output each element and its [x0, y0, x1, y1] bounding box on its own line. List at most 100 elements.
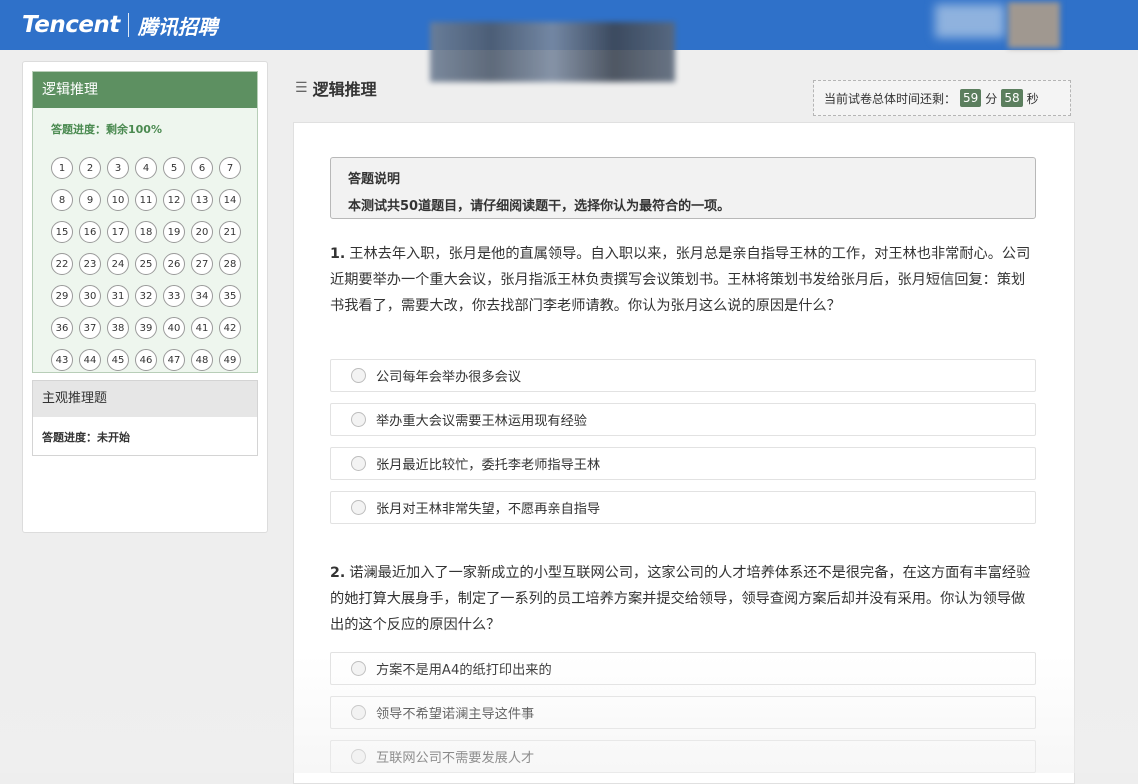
section-progress: 答题进度：剩余100% [51, 123, 162, 136]
option-label: 方案不是用A4的纸打印出来的 [376, 663, 552, 678]
question-number-button[interactable]: 35 [219, 285, 241, 307]
question-number-button[interactable]: 20 [191, 221, 213, 243]
question-number-button[interactable]: 2 [79, 157, 101, 179]
question-number-button[interactable]: 28 [219, 253, 241, 275]
question-number-button[interactable]: 31 [107, 285, 129, 307]
question-number-grid: 1 2 3 4 5 6 7 8 9 10 11 12 13 14 15 16 17 18 19 20 21 22 23 24 2… [51, 157, 247, 371]
timer-minute-unit: 分 [985, 91, 998, 106]
question-number-button[interactable]: 19 [163, 221, 185, 243]
radio-button[interactable] [351, 661, 366, 676]
section-title[interactable]: 主观推理题 [33, 381, 257, 417]
question-number-button[interactable]: 9 [79, 189, 101, 211]
question-number-button[interactable]: 25 [135, 253, 157, 275]
brand-divider [127, 13, 129, 37]
question-number-button[interactable]: 33 [163, 285, 185, 307]
question-number-button[interactable]: 4 [135, 157, 157, 179]
answer-option[interactable]: 领导不希望诺澜主导这件事 [330, 696, 1036, 729]
radio-button[interactable] [351, 500, 366, 515]
brand-name: Tencent [22, 12, 120, 38]
answer-option[interactable]: 张月最近比较忙，委托李老师指导王林 [330, 447, 1036, 480]
question-number-button[interactable]: 47 [163, 349, 185, 371]
question-number-button[interactable]: 22 [51, 253, 73, 275]
brand-logo[interactable]: Tencent 腾讯招聘 [22, 9, 218, 41]
question-number-button[interactable]: 13 [191, 189, 213, 211]
instructions-body: 本测试共50道题目，请仔细阅读题干，选择你认为最符合的一项。 [348, 199, 731, 214]
question-number-button[interactable]: 24 [107, 253, 129, 275]
answer-option[interactable]: 公司每年会举办很多会议 [330, 359, 1036, 392]
radio-button[interactable] [351, 412, 366, 427]
question-stem: 1. 王林去年入职，张月是他的直属领导。自入职以来，张月总是亲自指导王林的工作，对… [330, 241, 1036, 319]
question-number-button[interactable]: 17 [107, 221, 129, 243]
redacted-region [430, 22, 675, 82]
question-number-button[interactable]: 27 [191, 253, 213, 275]
radio-button[interactable] [351, 749, 366, 764]
question-number-button[interactable]: 16 [79, 221, 101, 243]
option-label: 举办重大会议需要王林运用现有经验 [376, 414, 587, 429]
redacted-region [935, 4, 1005, 38]
question-number-button[interactable]: 6 [191, 157, 213, 179]
question-number-button[interactable]: 32 [135, 285, 157, 307]
question-number-button[interactable]: 1 [51, 157, 73, 179]
question-number-button[interactable]: 10 [107, 189, 129, 211]
answer-option[interactable]: 互联网公司不需要发展人才 [330, 740, 1036, 773]
question-number-button[interactable]: 7 [219, 157, 241, 179]
question-number-button[interactable]: 18 [135, 221, 157, 243]
question-number-button[interactable]: 21 [219, 221, 241, 243]
page-title: ☰ 逻辑推理 [295, 76, 377, 100]
question-number-button[interactable]: 44 [79, 349, 101, 371]
question-text: 王林去年入职，张月是他的直属领导。自入职以来，张月总是亲自指导王林的工作，对王林… [330, 246, 1031, 314]
question-number-button[interactable]: 26 [163, 253, 185, 275]
question-number-button[interactable]: 5 [163, 157, 185, 179]
question-number-button[interactable]: 37 [79, 317, 101, 339]
countdown-timer: 当前试卷总体时间还剩： 59 分 58 秒 [813, 80, 1071, 116]
timer-seconds: 58 [1001, 89, 1023, 107]
radio-button[interactable] [351, 368, 366, 383]
question-number-button[interactable]: 41 [191, 317, 213, 339]
user-avatar[interactable] [1008, 2, 1060, 48]
question-number-button[interactable]: 11 [135, 189, 157, 211]
question-number-button[interactable]: 34 [191, 285, 213, 307]
question-stem: 2. 诺澜最近加入了一家新成立的小型互联网公司，这家公司的人才培养体系还不是很完备… [330, 560, 1036, 638]
question-number-button[interactable]: 49 [219, 349, 241, 371]
question-navigator: 逻辑推理 答题进度：剩余100% 1 2 3 4 5 6 7 8 9 10 11 12 13 14 15 16… [22, 61, 268, 533]
section-logic-reasoning: 逻辑推理 答题进度：剩余100% 1 2 3 4 5 6 7 8 9 10 11 12 13 14 15 16… [32, 71, 258, 373]
question-number-button[interactable]: 39 [135, 317, 157, 339]
brand-subtitle: 腾讯招聘 [137, 14, 218, 39]
question-number: 2. [330, 565, 346, 581]
answer-option[interactable]: 方案不是用A4的纸打印出来的 [330, 652, 1036, 685]
question-number-button[interactable]: 29 [51, 285, 73, 307]
radio-button[interactable] [351, 705, 366, 720]
instructions-heading: 答题说明 [348, 172, 401, 187]
question-number: 1. [330, 246, 346, 262]
radio-button[interactable] [351, 456, 366, 471]
question-number-button[interactable]: 46 [135, 349, 157, 371]
list-icon: ☰ [295, 80, 308, 96]
question-number-button[interactable]: 38 [107, 317, 129, 339]
section-progress: 答题进度：未开始 [42, 431, 130, 444]
question-number-button[interactable]: 15 [51, 221, 73, 243]
option-label: 互联网公司不需要发展人才 [376, 751, 535, 766]
answer-option[interactable]: 举办重大会议需要王林运用现有经验 [330, 403, 1036, 436]
question-number-button[interactable]: 23 [79, 253, 101, 275]
question-number-button[interactable]: 30 [79, 285, 101, 307]
question-content: 答题说明 本测试共50道题目，请仔细阅读题干，选择你认为最符合的一项。 1. 王林… [293, 122, 1075, 784]
question-number-button[interactable]: 40 [163, 317, 185, 339]
question-number-button[interactable]: 43 [51, 349, 73, 371]
top-bar: Tencent 腾讯招聘 [0, 0, 1138, 82]
question-number-button[interactable]: 12 [163, 189, 185, 211]
question-number-button[interactable]: 36 [51, 317, 73, 339]
question-number-button[interactable]: 14 [219, 189, 241, 211]
question-number-button[interactable]: 8 [51, 189, 73, 211]
timer-second-unit: 秒 [1026, 91, 1039, 106]
answer-option[interactable]: 张月对王林非常失望，不愿再亲自指导 [330, 491, 1036, 524]
page-title-text: 逻辑推理 [312, 80, 377, 99]
question-number-button[interactable]: 3 [107, 157, 129, 179]
timer-minutes: 59 [960, 89, 982, 107]
question-number-button[interactable]: 42 [219, 317, 241, 339]
option-label: 张月对王林非常失望，不愿再亲自指导 [376, 502, 601, 517]
option-label: 张月最近比较忙，委托李老师指导王林 [376, 458, 601, 473]
section-title[interactable]: 逻辑推理 [33, 72, 257, 108]
section-subjective-reasoning: 主观推理题 答题进度：未开始 [32, 380, 258, 456]
question-number-button[interactable]: 45 [107, 349, 129, 371]
question-number-button[interactable]: 48 [191, 349, 213, 371]
